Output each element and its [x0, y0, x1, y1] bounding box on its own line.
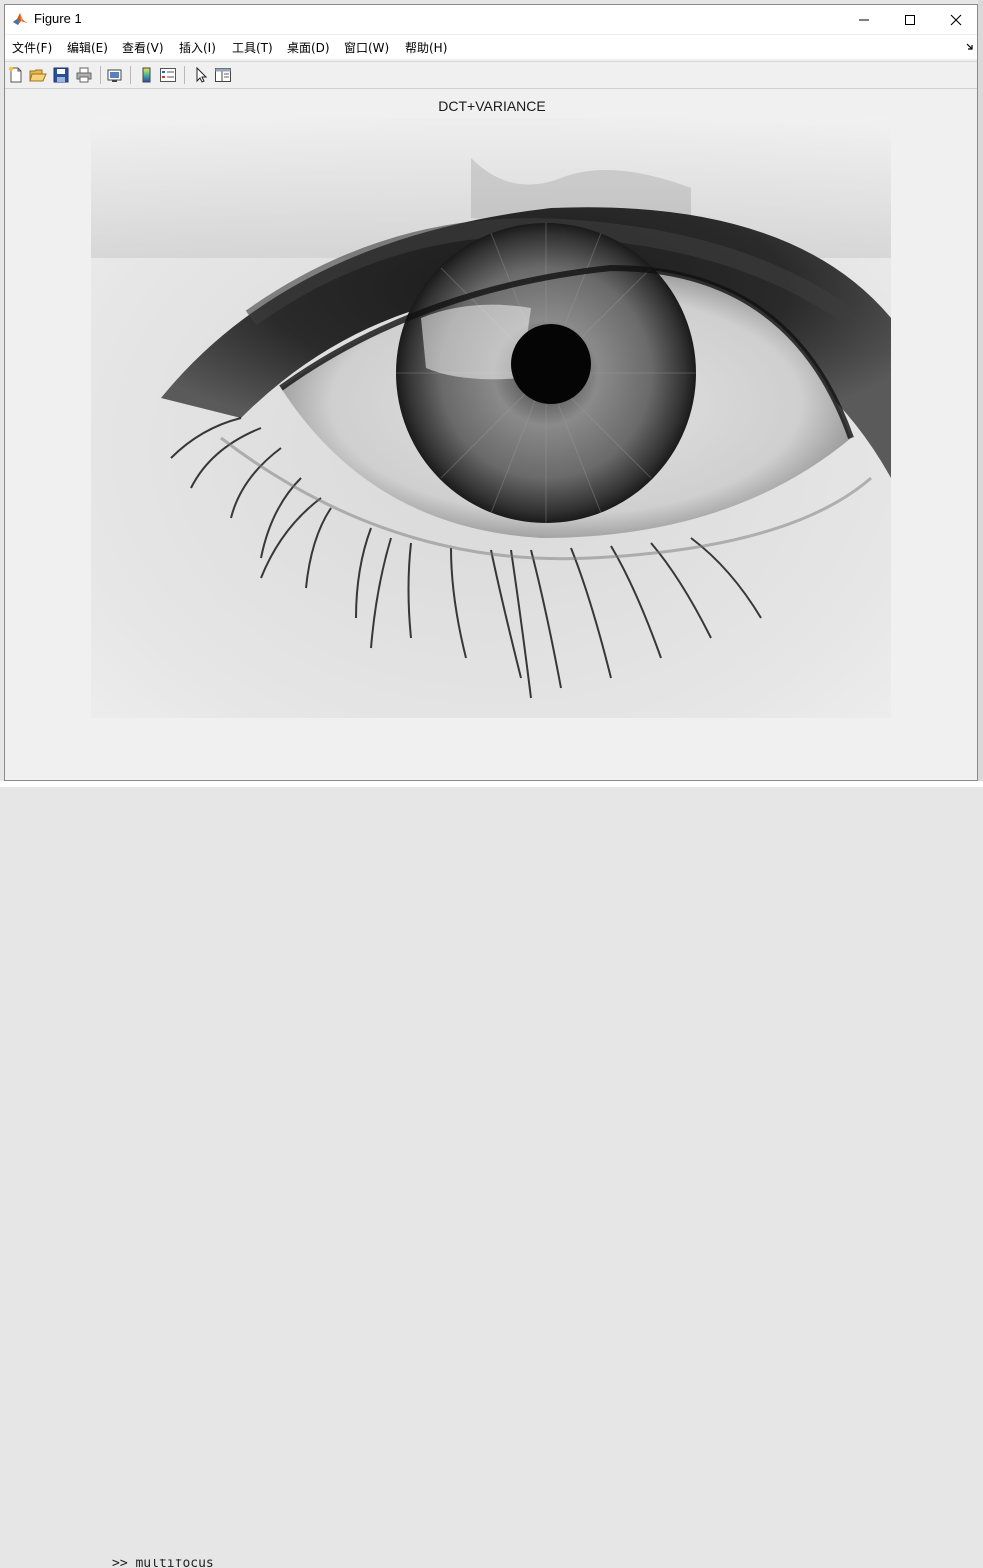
close-button[interactable] — [933, 5, 979, 34]
dock-arrow-icon[interactable] — [966, 43, 974, 51]
open-file-icon[interactable] — [29, 66, 47, 84]
link-plot-icon[interactable] — [106, 66, 124, 84]
menu-tools[interactable]: 工具(T) — [232, 39, 273, 56]
menu-file[interactable]: 文件(F) — [12, 39, 52, 56]
new-figure-icon[interactable] — [7, 66, 25, 84]
figure-window: Figure 1 文件(F) 编辑(E) 查看(V) 插入(I) 工具(T) 桌… — [4, 4, 978, 781]
background-command-text: >> multifocus — [112, 1559, 214, 1568]
close-icon — [950, 14, 962, 26]
toolbar-separator — [184, 66, 185, 84]
property-inspector-icon[interactable] — [214, 66, 232, 84]
menu-help[interactable]: 帮助(H) — [405, 39, 447, 56]
colorbar-icon[interactable] — [138, 66, 156, 84]
menu-bar: 文件(F) 编辑(E) 查看(V) 插入(I) 工具(T) 桌面(D) 窗口(W… — [5, 35, 977, 59]
menu-window[interactable]: 窗口(W) — [344, 39, 389, 56]
background-window-edge — [978, 0, 983, 787]
matlab-icon — [12, 11, 28, 27]
edit-plot-icon[interactable] — [191, 66, 209, 84]
print-icon[interactable] — [75, 66, 93, 84]
background-command-window: >> multifocus — [0, 781, 983, 1568]
toolbar-separator — [100, 66, 101, 84]
menu-view[interactable]: 查看(V) — [122, 39, 164, 56]
figure-toolbar — [5, 61, 977, 89]
minimize-button[interactable] — [841, 5, 887, 34]
window-title: Figure 1 — [34, 11, 82, 26]
menu-insert[interactable]: 插入(I) — [179, 39, 216, 56]
title-bar[interactable]: Figure 1 — [5, 5, 977, 34]
save-icon[interactable] — [52, 66, 70, 84]
minimize-icon — [859, 19, 869, 21]
maximize-button[interactable] — [887, 5, 933, 34]
menu-desktop[interactable]: 桌面(D) — [287, 39, 330, 56]
toolbar-separator — [130, 66, 131, 84]
maximize-icon — [905, 15, 915, 25]
legend-icon[interactable] — [159, 66, 177, 84]
image-axes[interactable] — [91, 118, 891, 718]
menu-edit[interactable]: 编辑(E) — [67, 39, 108, 56]
plot-title: DCT+VARIANCE — [438, 98, 546, 114]
